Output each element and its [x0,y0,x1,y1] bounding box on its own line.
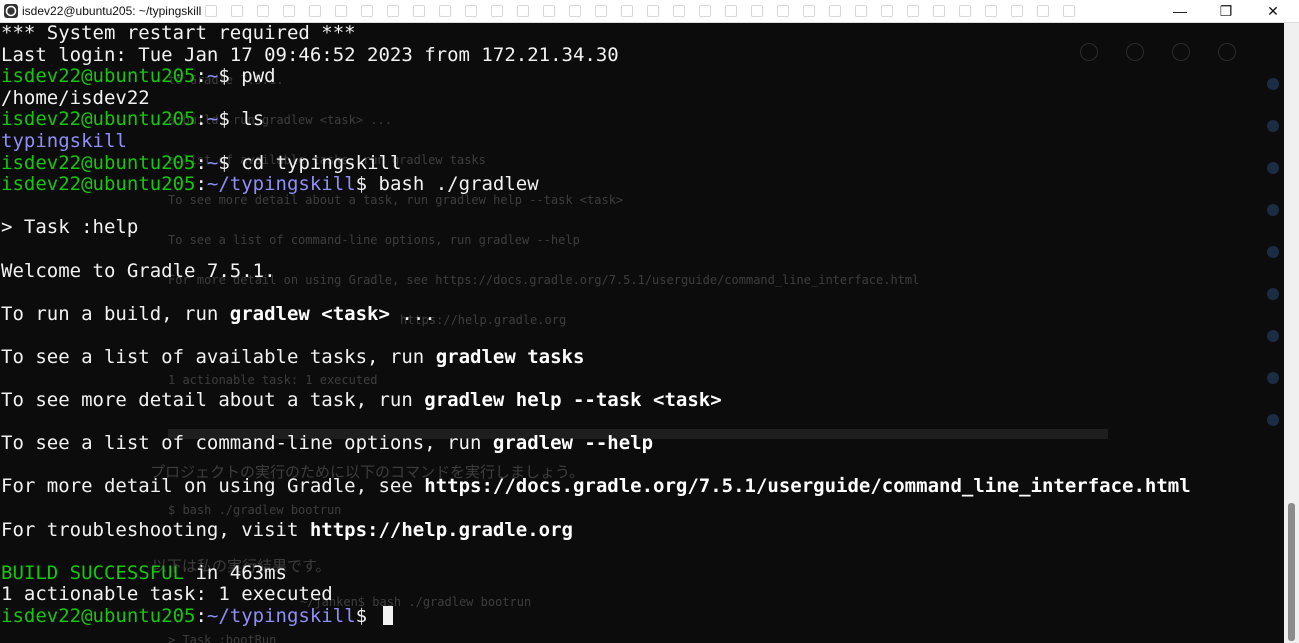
terminal-line: To see a list of available tasks, run gr… [1,345,585,368]
ghost-text: > Task :bootRun [168,633,277,643]
terminal-line: To see a list of command-line options, r… [1,432,654,455]
prompt-user: isdev22@ubuntu205 [1,65,196,88]
blank-line [0,325,1191,347]
prompt-line[interactable]: isdev22@ubuntu205:~/typingskill$ [0,605,1191,628]
window-title: isdev22@ubuntu205: ~/typingskill [22,4,202,18]
prompt-path: ~/typingskill [206,173,356,196]
text-cursor [382,606,393,626]
terminal-output[interactable]: to Gradle 7.5.1. a build, run gradlew <t… [0,23,1284,643]
blank-line [0,455,1191,477]
terminal-line: 1 actionable task: 1 executed [1,583,333,606]
terminal-line: To run a build, run gradlew <task> ... [1,302,436,325]
command-text: pwd [241,65,276,88]
title-bar[interactable]: isdev22@ubuntu205: ~/typingskill — ❐ ✕ [0,0,1299,23]
blank-line [0,412,1191,434]
terminal-line: Last login: Tue Jan 17 09:46:52 2023 fro… [1,43,619,66]
terminal-line: For more detail on using Gradle, see htt… [1,475,1191,498]
minimize-button[interactable]: — [1157,0,1203,22]
docs-link[interactable]: https://docs.gradle.org/7.5.1/userguide/… [424,475,1190,498]
blank-line [0,196,1191,218]
terminal-lines: *** System restart required *** Last log… [0,23,1191,628]
prompt-user: isdev22@ubuntu205 [1,151,196,174]
prompt-line: isdev22@ubuntu205:~$ cd typingskill [1,151,402,174]
terminal-line: BUILD SUCCESSFUL in 463ms [1,561,287,584]
terminal-line: Welcome to Gradle 7.5.1. [1,259,276,282]
prompt-path: ~ [206,151,219,174]
maximize-button[interactable]: ❐ [1203,0,1249,22]
blank-line [0,239,1191,261]
terminal-line: For troubleshooting, visit https://help.… [1,518,573,541]
scrollbar-thumb[interactable] [1288,503,1295,641]
build-status: BUILD SUCCESSFUL [1,561,185,584]
prompt-path: ~ [206,108,219,131]
directory-entry: typingskill [1,129,127,152]
prompt-line: isdev22@ubuntu205:~$ pwd [1,65,276,88]
blank-line [0,541,1191,563]
command-text: cd typingskill [241,151,402,174]
command-text: ls [241,108,265,131]
background-tab-strip [205,5,1105,19]
blank-line [0,369,1191,391]
prompt-user: isdev22@ubuntu205 [1,108,196,131]
terminal-line: /home/isdev22 [1,86,150,109]
prompt-path: ~ [206,65,219,88]
terminal-app-icon [4,4,18,18]
ghost-sidebar-icons [1262,78,1284,498]
blank-line [0,498,1191,520]
close-button[interactable]: ✕ [1250,0,1296,22]
terminal-line: To see more detail about a task, run gra… [1,389,722,412]
terminal-line: typingskill [0,129,1191,153]
terminal-line: > Task :help [1,216,139,239]
prompt-user: isdev22@ubuntu205 [1,605,196,628]
prompt-line: isdev22@ubuntu205:~$ ls [1,108,265,131]
prompt-user: isdev22@ubuntu205 [1,173,196,196]
command-text: bash ./gradlew [378,173,539,196]
vertical-scrollbar[interactable] [1284,23,1299,643]
prompt-line: isdev22@ubuntu205:~/typingskill$ bash ./… [1,173,539,196]
blank-line [0,282,1191,304]
help-link[interactable]: https://help.gradle.org [310,519,573,541]
terminal-line: *** System restart required *** [1,23,356,44]
prompt-path: ~/typingskill [206,605,356,628]
